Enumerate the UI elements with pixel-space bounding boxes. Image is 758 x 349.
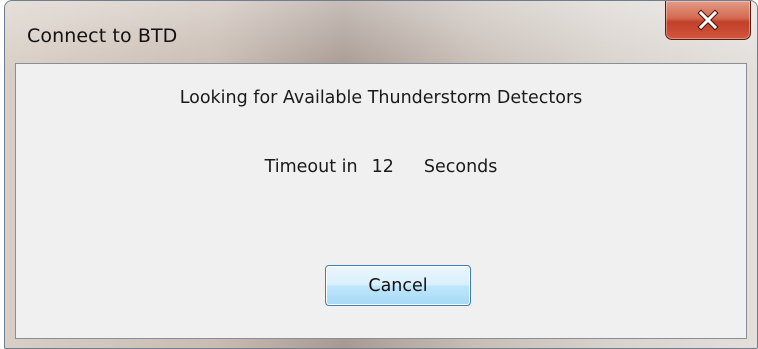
- timeout-label: Timeout in: [264, 157, 358, 177]
- title-bar[interactable]: Connect to BTD: [5, 1, 757, 63]
- timeout-unit: Seconds: [423, 157, 498, 177]
- status-message: Looking for Available Thunderstorm Detec…: [179, 88, 583, 108]
- close-icon: [697, 9, 719, 31]
- timeout-value: 12: [371, 157, 394, 177]
- close-button[interactable]: [665, 1, 751, 40]
- timeout-row: Timeout in 12 Seconds: [16, 157, 746, 177]
- cancel-button[interactable]: Cancel: [325, 265, 471, 306]
- dialog-body: Looking for Available Thunderstorm Detec…: [15, 63, 747, 339]
- dialog-window: Connect to BTD Looking for Available Thu…: [4, 0, 758, 349]
- window-title: Connect to BTD: [27, 25, 178, 47]
